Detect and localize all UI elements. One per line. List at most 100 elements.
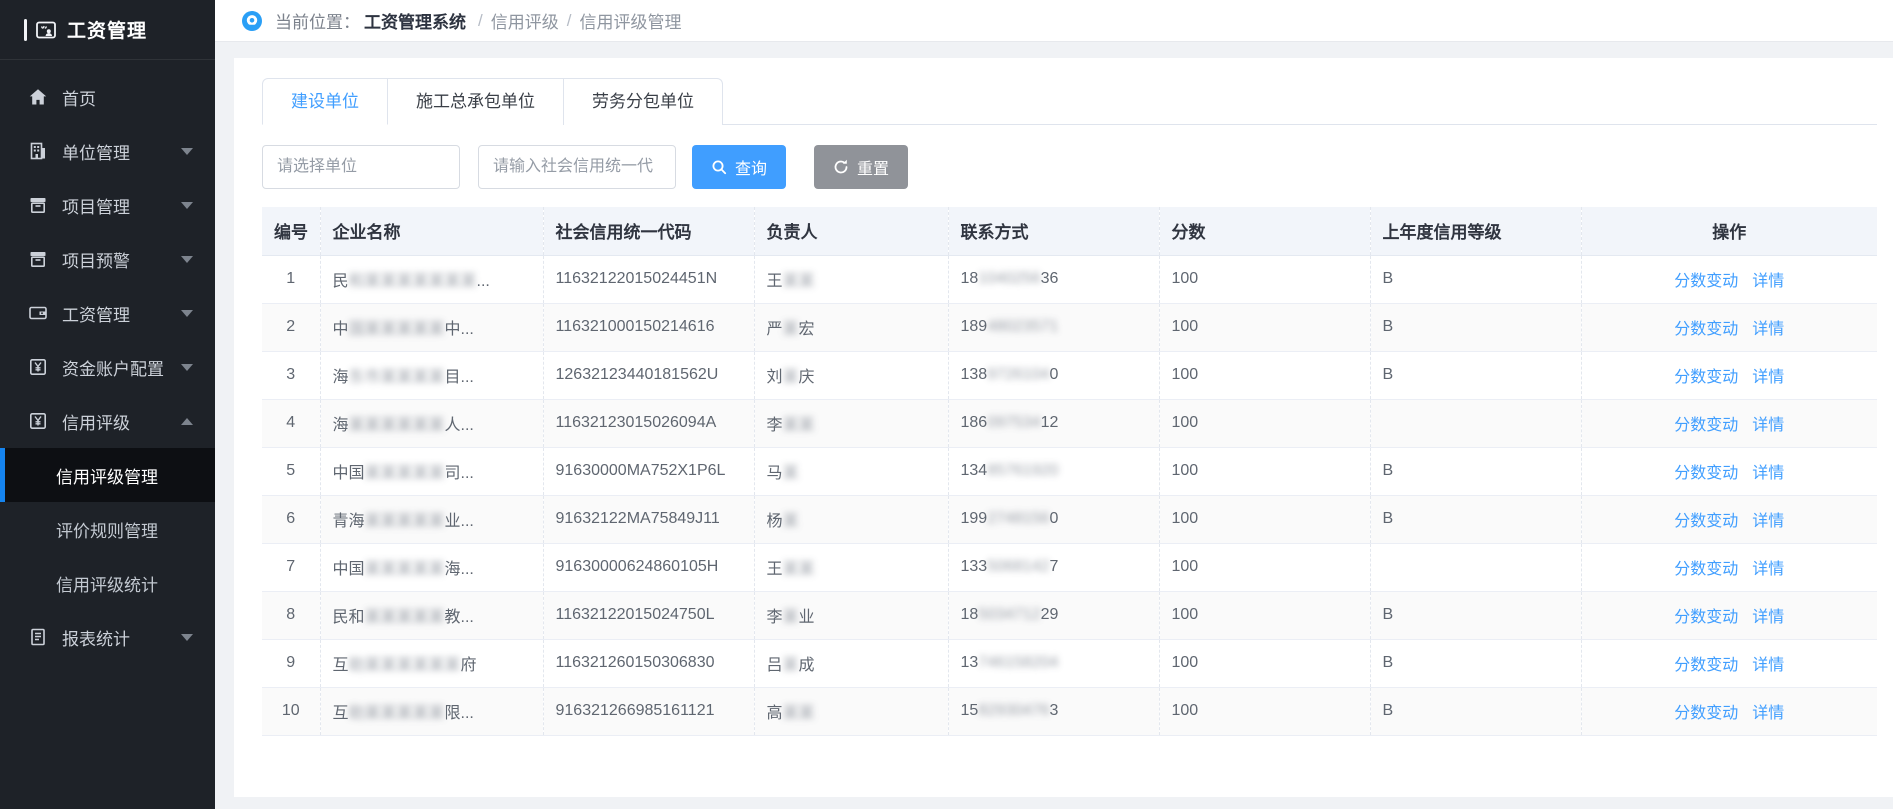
caret-down-icon — [181, 202, 193, 209]
score-change-link[interactable]: 分数变动 — [1674, 465, 1738, 482]
score-change-link[interactable]: 分数变动 — [1674, 705, 1738, 722]
archive-icon — [28, 195, 48, 215]
sidebar-item-project-management[interactable]: 项目管理 — [0, 178, 215, 232]
table-row: 7中国某某某某某海...91630000624860105H王某某1335068… — [262, 543, 1877, 591]
redacted-text: 某 — [783, 465, 799, 482]
breadcrumb-item[interactable]: 信用评级 — [491, 8, 559, 33]
sidebar-item-report-statistics[interactable]: 报表统计 — [0, 610, 215, 664]
detail-link[interactable]: 详情 — [1752, 657, 1784, 674]
cell-name: 海东市某某某某目... — [320, 351, 543, 399]
redacted-text: 某某某某某 — [365, 465, 445, 482]
cell-name: 海某某某某某某人... — [320, 399, 543, 447]
detail-link[interactable]: 详情 — [1752, 321, 1784, 338]
main-area: 当前位置： 工资管理系统 /信用评级/信用评级管理 建设单位施工总承包单位劳务分… — [215, 0, 1893, 809]
cell-score: 100 — [1159, 687, 1370, 735]
sidebar-item-credit-rating-management[interactable]: 信用评级管理 — [0, 448, 215, 502]
cell-person: 严某宏 — [754, 303, 948, 351]
cell-phone: 13485761920 — [948, 447, 1159, 495]
cell-name: 中国某某某某某司... — [320, 447, 543, 495]
redacted-text: 097534 — [987, 414, 1040, 431]
query-button-label: 查询 — [735, 155, 767, 179]
unit-select[interactable] — [262, 145, 460, 189]
table-row: 2中国某某某某某中...116321000150214616严某宏1894802… — [262, 303, 1877, 351]
column-header-phone: 联系方式 — [948, 207, 1159, 255]
score-change-link[interactable]: 分数变动 — [1674, 609, 1738, 626]
score-change-link[interactable]: 分数变动 — [1674, 321, 1738, 338]
sidebar-item-project-warning[interactable]: 项目预警 — [0, 232, 215, 286]
tab-construction-unit[interactable]: 建设单位 — [262, 78, 388, 125]
detail-link[interactable]: 详情 — [1752, 513, 1784, 530]
cell-code: 11632123015026094A — [543, 399, 754, 447]
cell-actions: 分数变动详情 — [1581, 495, 1877, 543]
page-content: 建设单位施工总承包单位劳务分包单位 查询 重置 — [215, 42, 1893, 809]
detail-link[interactable]: 详情 — [1752, 273, 1784, 290]
cell-phone: 13897261040 — [948, 351, 1159, 399]
column-header-grade: 上年度信用等级 — [1370, 207, 1581, 255]
cell-score: 100 — [1159, 351, 1370, 399]
cell-grade — [1370, 543, 1581, 591]
sidebar-item-unit-management[interactable]: 单位管理 — [0, 124, 215, 178]
cell-phone: 18609753412 — [948, 399, 1159, 447]
score-change-link[interactable]: 分数变动 — [1674, 369, 1738, 386]
cell-name: 民和某某某某某教... — [320, 591, 543, 639]
reset-button[interactable]: 重置 — [814, 145, 908, 189]
score-change-link[interactable]: 分数变动 — [1674, 273, 1738, 290]
sidebar-item-credit-rating[interactable]: 信用评级 — [0, 394, 215, 448]
app-logo: 工资管理 — [0, 0, 215, 60]
redacted-text: 某某 — [783, 561, 815, 578]
cell-grade: B — [1370, 495, 1581, 543]
breadcrumb-item[interactable]: 信用评级管理 — [579, 8, 681, 33]
score-change-link[interactable]: 分数变动 — [1674, 417, 1738, 434]
yen-icon — [28, 411, 48, 431]
tab-labor-subcontract-unit[interactable]: 劳务分包单位 — [564, 78, 723, 125]
detail-link[interactable]: 详情 — [1752, 705, 1784, 722]
sidebar-item-label: 资金账户配置 — [62, 355, 164, 380]
score-change-link[interactable]: 分数变动 — [1674, 561, 1738, 578]
cell-code: 11632122015024451N — [543, 255, 754, 303]
report-icon — [28, 627, 48, 647]
cell-actions: 分数变动详情 — [1581, 303, 1877, 351]
sidebar-item-fund-account-config[interactable]: 资金账户配置 — [0, 340, 215, 394]
detail-link[interactable]: 详情 — [1752, 465, 1784, 482]
table-row: 1民和某某某某某某某...11632122015024451N王某某181040… — [262, 255, 1877, 303]
redacted-text: 5068142 — [987, 558, 1049, 575]
cell-num: 1 — [262, 255, 320, 303]
redacted-text: 9726104 — [987, 366, 1049, 383]
detail-link[interactable]: 详情 — [1752, 561, 1784, 578]
score-change-link[interactable]: 分数变动 — [1674, 513, 1738, 530]
detail-link[interactable]: 详情 — [1752, 369, 1784, 386]
column-header-num: 编号 — [262, 207, 320, 255]
cell-actions: 分数变动详情 — [1581, 255, 1877, 303]
sidebar-item-label: 工资管理 — [62, 301, 130, 326]
cell-code: 916321266985161121 — [543, 687, 754, 735]
cell-person: 吕某成 — [754, 639, 948, 687]
building-icon — [28, 141, 48, 161]
table-row: 3海东市某某某某目...12632123440181562U刘某庆1389726… — [262, 351, 1877, 399]
breadcrumb-root[interactable]: 工资管理系统 — [364, 8, 466, 33]
sidebar-item-credit-rating-statistics[interactable]: 信用评级统计 — [0, 556, 215, 610]
cell-num: 7 — [262, 543, 320, 591]
filter-bar: 查询 重置 — [262, 145, 1877, 189]
redacted-text: 48023571 — [987, 318, 1058, 335]
cell-score: 100 — [1159, 639, 1370, 687]
detail-link[interactable]: 详情 — [1752, 609, 1784, 626]
cell-name: 互助某某某某某某府 — [320, 639, 543, 687]
cell-code: 91630000624860105H — [543, 543, 754, 591]
query-button[interactable]: 查询 — [692, 145, 786, 189]
redacted-text: 某 — [783, 513, 799, 530]
redacted-text: 某某某某某 — [365, 561, 445, 578]
caret-down-icon — [181, 634, 193, 641]
sidebar-item-evaluation-rule-management[interactable]: 评价规则管理 — [0, 502, 215, 556]
detail-link[interactable]: 详情 — [1752, 417, 1784, 434]
table-row: 9互助某某某某某某府116321260150306830吕某成137461582… — [262, 639, 1877, 687]
tab-general-contractor-unit[interactable]: 施工总承包单位 — [388, 78, 564, 125]
cell-actions: 分数变动详情 — [1581, 447, 1877, 495]
sidebar-item-home[interactable]: 首页 — [0, 70, 215, 124]
score-change-link[interactable]: 分数变动 — [1674, 657, 1738, 674]
sidebar-item-salary-management[interactable]: 工资管理 — [0, 286, 215, 340]
credit-code-input[interactable] — [478, 145, 676, 189]
logo-bar — [24, 19, 27, 41]
column-header-code: 社会信用统一代码 — [543, 207, 754, 255]
sidebar-item-label: 信用评级 — [62, 409, 130, 434]
cell-grade: B — [1370, 255, 1581, 303]
